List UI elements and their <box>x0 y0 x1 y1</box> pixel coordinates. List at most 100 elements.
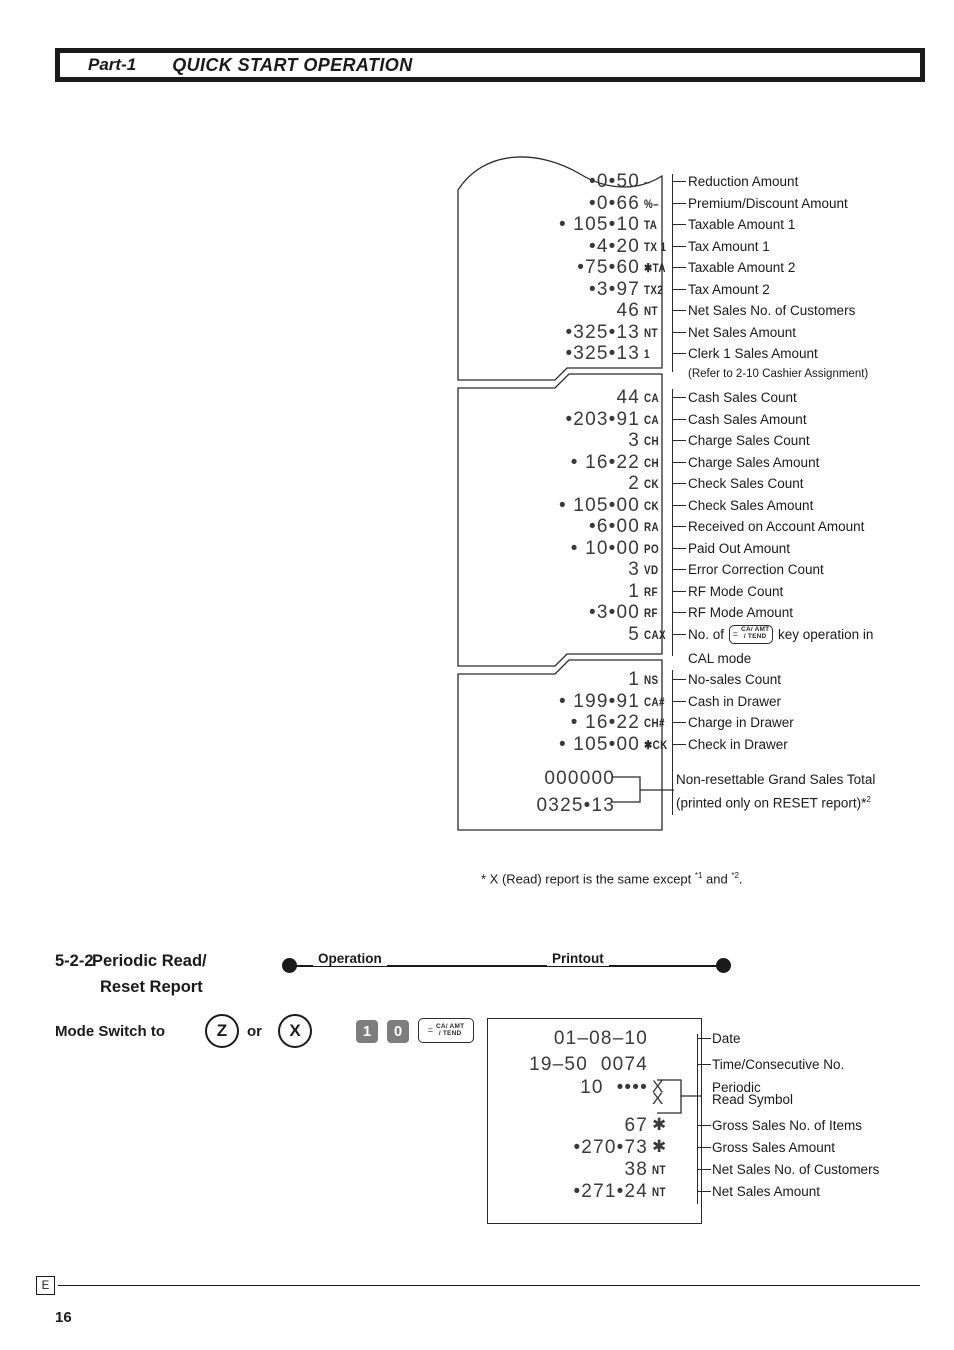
receipt-symbol: CK <box>644 477 660 491</box>
leader-tick <box>672 440 686 442</box>
receipt-field-label: Charge Sales Count <box>688 433 810 448</box>
periodic-amount: 10 •••• <box>580 1077 648 1098</box>
grand-total-label-line2: (printed only on RESET report)*2 <box>676 795 871 811</box>
receipt-amount: •325•13 <box>565 321 640 343</box>
receipt-amount: • 16•22 <box>570 712 640 733</box>
mode-switch-z-icon[interactable]: Z <box>205 1014 239 1048</box>
ca-amt-tend-key[interactable]: = CA/ AMT / TEND <box>418 1018 474 1044</box>
leader-rail-2 <box>672 389 674 656</box>
receipt-amount: • 105•00 <box>558 494 640 516</box>
receipt-symbol: CA <box>644 412 660 427</box>
leader-tick <box>672 743 686 745</box>
periodic-field-label: Gross Sales Amount <box>712 1140 836 1155</box>
periodic-symbol: NT <box>652 1185 666 1199</box>
numeric-key-0[interactable]: 0 <box>387 1020 409 1043</box>
rail-label-operation: Operation <box>313 951 387 966</box>
leader-tick <box>697 1038 711 1040</box>
cax-label-line2: CAL mode <box>688 651 752 666</box>
receipt-symbol: NT <box>644 304 658 318</box>
receipt-amount: •0•50 <box>588 171 640 192</box>
receipt-amount: 5 <box>628 623 640 645</box>
leader-tick <box>672 504 686 506</box>
leader-tick <box>672 700 686 702</box>
receipt-field-label: Cash Sales Count <box>688 390 797 405</box>
receipt-symbol: CA# <box>644 694 665 709</box>
receipt-amount: 44 <box>616 387 640 408</box>
receipt-symbol: VD <box>644 563 659 577</box>
leader-tick <box>672 483 686 485</box>
receipt-symbol: CH <box>644 434 660 448</box>
receipt-symbol: TA <box>644 218 658 232</box>
grand-total-label-line1: Non-resettable Grand Sales Total <box>676 772 876 787</box>
numeric-key-1[interactable]: 1 <box>356 1020 378 1043</box>
leader-tick <box>672 245 686 247</box>
receipt-symbol: NT <box>644 325 658 340</box>
clerk-assignment-note: (Refer to 2-10 Cashier Assignment) <box>688 368 869 380</box>
receipt-field-label: Tax Amount 1 <box>688 238 770 254</box>
receipt-field-label: Taxable Amount 1 <box>688 217 796 232</box>
periodic-field-label: Time/Consecutive No. <box>712 1057 845 1072</box>
leader-tick <box>672 397 686 399</box>
leader-tick <box>672 267 686 269</box>
leader-tick <box>672 418 686 420</box>
receipt-amount: •4•20 <box>588 235 640 257</box>
receipt-field-label: Check Sales Count <box>688 476 804 491</box>
leader-tick <box>697 1064 711 1066</box>
periodic-amount: 19–50 0074 <box>529 1054 648 1075</box>
receipt-amount: •0•66 <box>588 192 640 214</box>
rail-label-printout: Printout <box>547 951 609 966</box>
section-title-line1: Periodic Read/ <box>92 952 207 970</box>
receipt-amount: •6•00 <box>588 516 640 537</box>
periodic-symbol: NT <box>652 1163 666 1177</box>
leader-rail-1 <box>672 174 674 372</box>
mode-or-text: or <box>247 1023 262 1040</box>
receipt-amount: 2 <box>628 473 640 494</box>
section-title-line2: Reset Report <box>100 978 203 996</box>
leader-tick <box>672 612 686 614</box>
equals-glyph: = <box>732 628 739 639</box>
receipt-field-label: Reduction Amount <box>688 174 799 189</box>
receipt-amount: • 105•10 <box>558 214 640 235</box>
receipt-symbol: PO <box>644 541 660 556</box>
receipt-field-label: Net Sales Amount <box>688 324 797 340</box>
ca-amt-bottom-label: / TEND <box>438 1029 462 1037</box>
leader-tick <box>672 202 686 204</box>
language-mark: E <box>36 1276 55 1295</box>
cax-label-suffix: key operation in <box>778 627 874 643</box>
receipt-field-label: Check in Drawer <box>688 736 788 752</box>
leader-tick <box>672 633 686 635</box>
periodic-symbol: ✱ <box>652 1137 667 1156</box>
footer-rule <box>58 1285 920 1287</box>
periodic-field-label: Date <box>712 1031 741 1046</box>
receipt-symbol: RF <box>644 606 658 620</box>
receipt-amount: • 105•00 <box>558 733 640 755</box>
receipt-symbol: TX2 <box>644 282 664 297</box>
periodic-amount: •270•73 <box>573 1137 648 1158</box>
receipt-amount: 1 <box>628 669 640 690</box>
periodic-read-symbol-bracket <box>657 1079 701 1114</box>
receipt-field-label: Tax Amount 2 <box>688 281 770 297</box>
header-part-label: Part-1 <box>88 55 137 74</box>
leader-tick <box>672 288 686 290</box>
leader-tick <box>697 1191 711 1193</box>
periodic-amount: 01–08–10 <box>553 1028 648 1049</box>
receipt-amount: •75•60 <box>577 257 640 278</box>
receipt-field-label: Error Correction Count <box>688 562 824 577</box>
leader-tick <box>697 1147 711 1149</box>
receipt-symbol: CK <box>644 498 660 513</box>
read-report-footnote: * X (Read) report is the same except *1 … <box>481 871 743 887</box>
cax-label-line1: No. of = CA/ AMT / TEND key operation in <box>688 624 874 645</box>
receipt-field-label: Cash in Drawer <box>688 693 782 709</box>
receipt-amount: •203•91 <box>565 408 640 430</box>
leader-tick <box>672 224 686 226</box>
leader-tick <box>672 679 686 681</box>
periodic-field-label: Gross Sales No. of Items <box>712 1118 863 1133</box>
receipt-amount: • 10•00 <box>570 537 640 559</box>
receipt-symbol: ✱CK <box>644 737 668 752</box>
leader-tick <box>672 310 686 312</box>
mode-switch-x-icon[interactable]: X <box>278 1014 312 1048</box>
receipt-symbol: – <box>644 175 650 189</box>
leader-tick <box>672 181 686 183</box>
periodic-field-label: Net Sales No. of Customers <box>712 1162 880 1177</box>
receipt-field-label: No-sales Count <box>688 672 782 687</box>
